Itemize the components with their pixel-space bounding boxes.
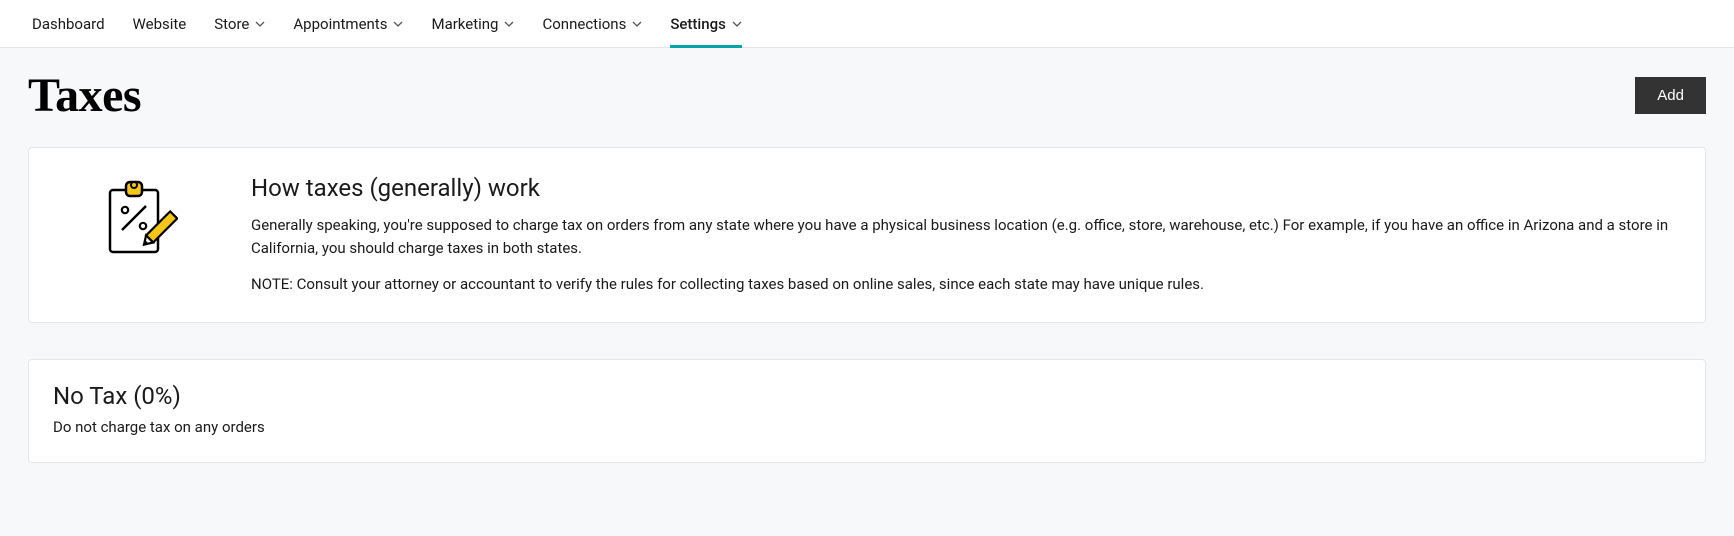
- tax-rule-description: Do not charge tax on any orders: [53, 418, 1681, 436]
- info-card-note: NOTE: Consult your attorney or accountan…: [251, 273, 1675, 296]
- nav-label: Settings: [670, 15, 726, 33]
- clipboard-percent-icon: [59, 174, 219, 262]
- info-card: How taxes (generally) work Generally spe…: [28, 147, 1706, 323]
- nav-label: Marketing: [431, 15, 498, 33]
- chevron-down-icon: [255, 19, 265, 29]
- nav-label: Store: [214, 15, 249, 33]
- page-content: Taxes Add How taxes (generally) work Gen…: [0, 48, 1734, 503]
- nav-label: Connections: [542, 15, 626, 33]
- tax-rule-card[interactable]: No Tax (0%) Do not charge tax on any ord…: [28, 359, 1706, 463]
- chevron-down-icon: [632, 19, 642, 29]
- nav-label: Website: [133, 15, 187, 33]
- nav-label: Appointments: [293, 15, 387, 33]
- chevron-down-icon: [504, 19, 514, 29]
- info-card-body: How taxes (generally) work Generally spe…: [251, 174, 1675, 296]
- tax-rule-title: No Tax (0%): [53, 382, 1681, 410]
- page-title: Taxes: [28, 68, 141, 123]
- add-button[interactable]: Add: [1635, 77, 1706, 114]
- nav-label: Dashboard: [32, 15, 105, 33]
- nav-item-website[interactable]: Website: [133, 0, 187, 48]
- nav-item-marketing[interactable]: Marketing: [431, 0, 514, 48]
- nav-item-connections[interactable]: Connections: [542, 0, 642, 48]
- nav-item-dashboard[interactable]: Dashboard: [32, 0, 105, 48]
- chevron-down-icon: [732, 19, 742, 29]
- info-card-paragraph: Generally speaking, you're supposed to c…: [251, 214, 1675, 259]
- page-header: Taxes Add: [28, 68, 1706, 123]
- nav-item-appointments[interactable]: Appointments: [293, 0, 403, 48]
- chevron-down-icon: [393, 19, 403, 29]
- nav-item-settings[interactable]: Settings: [670, 0, 742, 48]
- info-card-title: How taxes (generally) work: [251, 174, 1675, 202]
- nav-item-store[interactable]: Store: [214, 0, 265, 48]
- top-nav: Dashboard Website Store Appointments Mar…: [0, 0, 1734, 48]
